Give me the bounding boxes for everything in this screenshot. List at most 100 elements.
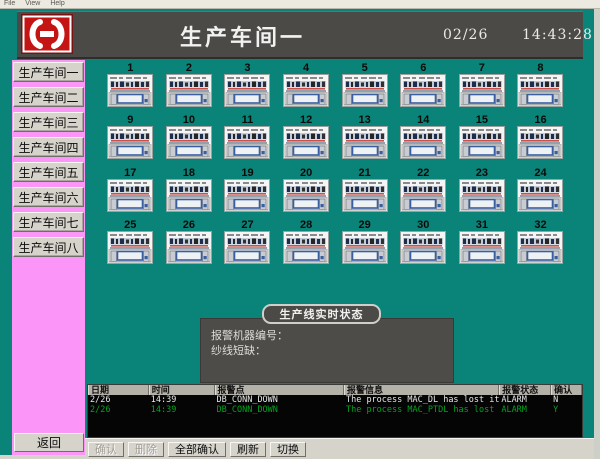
machine-number: 10 [183, 114, 195, 126]
knitting-machine-icon [224, 74, 270, 107]
machine-25[interactable]: 25 [101, 219, 160, 271]
machine-24[interactable]: 24 [511, 167, 570, 219]
machine-1[interactable]: 1 [101, 62, 160, 114]
machine-number: 6 [420, 62, 426, 74]
machine-number: 1 [127, 62, 133, 74]
machine-30[interactable]: 30 [394, 219, 453, 271]
alarm-machine-number-label: 报警机器编号： [211, 329, 453, 344]
machine-12[interactable]: 12 [277, 114, 336, 166]
machine-number: 2 [186, 62, 192, 74]
machine-number: 5 [362, 62, 368, 74]
machine-3[interactable]: 3 [218, 62, 277, 114]
sidebar-item-workshop-3[interactable]: 生产车间三 [13, 112, 84, 132]
machine-number: 17 [124, 167, 136, 179]
machine-13[interactable]: 13 [335, 114, 394, 166]
machine-number: 22 [417, 167, 429, 179]
sidebar-item-workshop-4[interactable]: 生产车间四 [13, 137, 84, 157]
machine-4[interactable]: 4 [277, 62, 336, 114]
machine-number: 21 [359, 167, 371, 179]
machine-number: 31 [476, 219, 488, 231]
toolbar-button-4[interactable]: 刷新 [230, 442, 266, 457]
machine-17[interactable]: 17 [101, 167, 160, 219]
machine-2[interactable]: 2 [160, 62, 219, 114]
knitting-machine-icon [342, 74, 388, 107]
machine-27[interactable]: 27 [218, 219, 277, 271]
knitting-machine-icon [166, 179, 212, 212]
knitting-machine-icon [166, 74, 212, 107]
toolbar-button-3[interactable]: 全部确认 [168, 442, 226, 457]
machine-number: 29 [359, 219, 371, 231]
machine-7[interactable]: 7 [453, 62, 512, 114]
knitting-machine-icon [517, 179, 563, 212]
alarm-table-row[interactable]: 2/2614:39DB_CONN_DOWNThe process MAC_DL … [88, 395, 582, 405]
alarm-table-cell: ALARM [499, 395, 551, 405]
machine-10[interactable]: 10 [160, 114, 219, 166]
machine-31[interactable]: 31 [453, 219, 512, 271]
machine-14[interactable]: 14 [394, 114, 453, 166]
machine-number: 11 [242, 114, 254, 126]
machine-number: 23 [476, 167, 488, 179]
menu-item-help[interactable]: Help [50, 0, 64, 8]
toolbar-button-5[interactable]: 切换 [270, 442, 306, 457]
machine-number: 24 [534, 167, 546, 179]
alarm-toolbar: 确认删除全部确认刷新切换 [85, 438, 600, 459]
os-menubar: File View Help [0, 0, 600, 9]
alarm-table-cell: The process MAC_DL has lost its d.. [344, 395, 499, 405]
machine-8[interactable]: 8 [511, 62, 570, 114]
sidebar-item-workshop-2[interactable]: 生产车间二 [13, 87, 84, 107]
menu-item-view[interactable]: View [25, 0, 40, 8]
sidebar-item-workshop-1[interactable]: 生产车间一 [13, 62, 84, 82]
machine-5[interactable]: 5 [335, 62, 394, 114]
machine-16[interactable]: 16 [511, 114, 570, 166]
knitting-machine-icon [400, 74, 446, 107]
knitting-machine-icon [283, 126, 329, 159]
back-button[interactable]: 返回 [14, 433, 84, 452]
alarm-table-header-cell: 报警点 [215, 385, 344, 395]
machine-19[interactable]: 19 [218, 167, 277, 219]
machine-32[interactable]: 32 [511, 219, 570, 271]
knitting-machine-icon [107, 179, 153, 212]
alarm-table-cell: DB_CONN_DOWN [215, 395, 344, 405]
machine-9[interactable]: 9 [101, 114, 160, 166]
line-status-button[interactable]: 生产线实时状态 [262, 304, 381, 324]
machine-number: 19 [241, 167, 253, 179]
menu-item-file[interactable]: File [4, 0, 15, 8]
sidebar-item-workshop-8[interactable]: 生产车间八 [13, 237, 84, 257]
alarm-table-header-cell: 报警信息 [344, 385, 499, 395]
knitting-machine-icon [166, 126, 212, 159]
knitting-machine-icon [224, 126, 270, 159]
machine-23[interactable]: 23 [453, 167, 512, 219]
knitting-machine-icon [283, 231, 329, 264]
machine-6[interactable]: 6 [394, 62, 453, 114]
sidebar-item-workshop-7[interactable]: 生产车间七 [13, 212, 84, 232]
machine-26[interactable]: 26 [160, 219, 219, 271]
machine-number: 18 [183, 167, 195, 179]
knitting-machine-icon [517, 231, 563, 264]
machine-29[interactable]: 29 [335, 219, 394, 271]
knitting-machine-icon [107, 74, 153, 107]
machine-21[interactable]: 21 [335, 167, 394, 219]
knitting-machine-icon [283, 179, 329, 212]
knitting-machine-icon [459, 231, 505, 264]
knitting-machine-icon [107, 126, 153, 159]
alarm-table-row[interactable]: 2/2614:39DB_CONN_DOWNThe process MAC_PTD… [88, 405, 582, 415]
toolbar-button-1[interactable]: 确认 [88, 442, 124, 457]
machine-22[interactable]: 22 [394, 167, 453, 219]
machine-number: 20 [300, 167, 312, 179]
machine-20[interactable]: 20 [277, 167, 336, 219]
sidebar-item-workshop-6[interactable]: 生产车间六 [13, 187, 84, 207]
alarm-status-panel: 报警机器编号： 纱线短缺： [200, 318, 454, 383]
machine-15[interactable]: 15 [453, 114, 512, 166]
toolbar-button-2[interactable]: 删除 [128, 442, 164, 457]
header-clock: 14:43:28 [522, 27, 593, 43]
sidebar-panel: 生产车间一生产车间二生产车间三生产车间四生产车间五生产车间六生产车间七生产车间八 [12, 60, 85, 457]
machine-11[interactable]: 11 [218, 114, 277, 166]
alarm-table-header: 日期时间报警点报警信息报警状态确认 [88, 385, 582, 395]
machine-18[interactable]: 18 [160, 167, 219, 219]
machine-number: 30 [417, 219, 429, 231]
alarm-table-cell: 14:39 [149, 395, 215, 405]
alarm-table-cell: Y [551, 405, 582, 415]
machine-28[interactable]: 28 [277, 219, 336, 271]
sidebar-item-workshop-5[interactable]: 生产车间五 [13, 162, 84, 182]
knitting-machine-icon [517, 74, 563, 107]
